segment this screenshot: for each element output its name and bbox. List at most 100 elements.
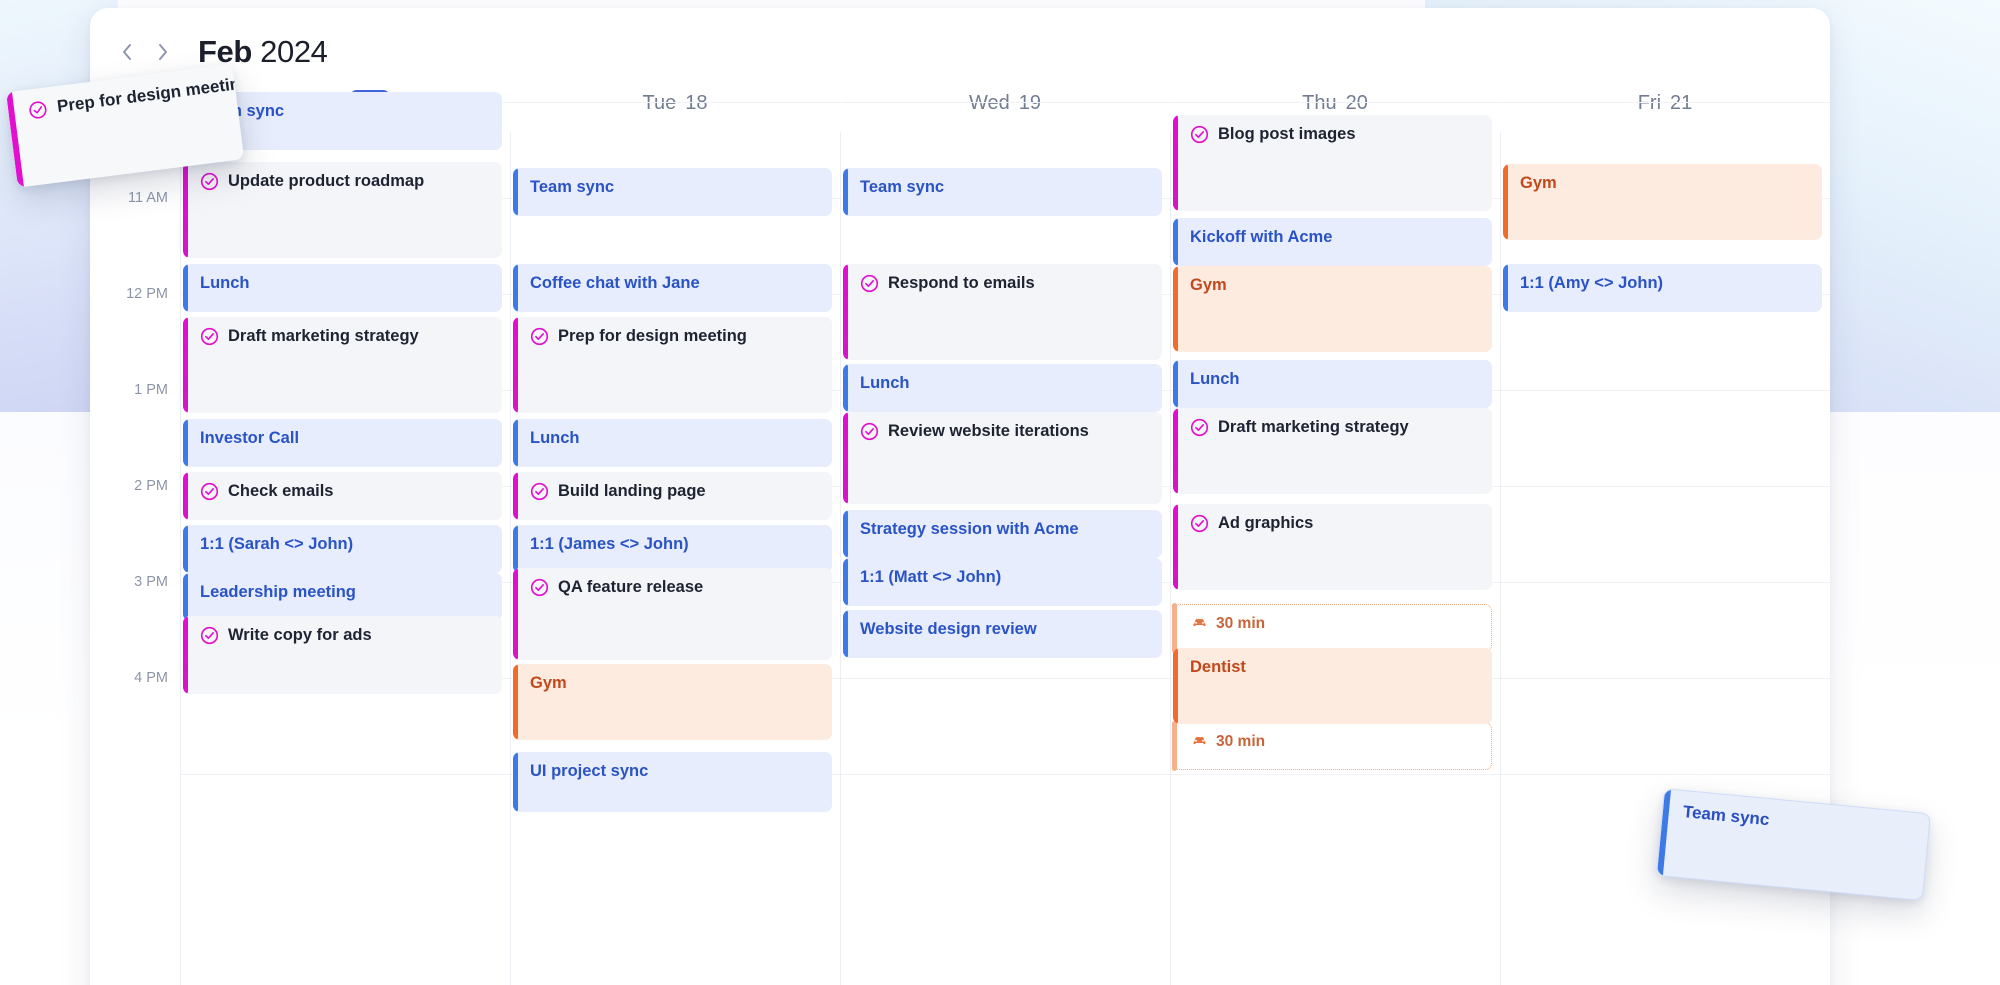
calendar-event[interactable]: Kickoff with Acme <box>1173 218 1492 266</box>
check-circle-icon <box>200 482 219 506</box>
event-accent-bar <box>513 568 518 660</box>
check-circle-icon <box>27 99 49 125</box>
event-accent-bar <box>1173 266 1178 352</box>
event-accent-bar <box>843 168 848 216</box>
calendar-event[interactable]: Ad graphics <box>1173 504 1492 590</box>
event-accent-bar <box>843 558 848 606</box>
event-accent-bar <box>513 419 518 467</box>
prev-week-button[interactable] <box>112 35 142 69</box>
calendar-event[interactable]: Coffee chat with Jane <box>513 264 832 312</box>
event-title: Kickoff with Acme <box>1190 228 1333 246</box>
calendar-event[interactable]: 1:1 (Sarah <> John) <box>183 525 502 573</box>
calendar-header: Feb 2024 <box>90 8 1830 74</box>
calendar-event[interactable]: Prep for design meeting <box>513 317 832 413</box>
event-title: Prep for design meeting <box>558 327 747 345</box>
calendar-event[interactable]: Lunch <box>843 364 1162 412</box>
calendar-event[interactable]: Team sync <box>843 168 1162 216</box>
floating-card-title: Team sync <box>1682 802 1771 830</box>
event-accent-bar <box>1173 115 1178 211</box>
calendar-event[interactable]: Lunch <box>183 264 502 312</box>
calendar-event[interactable]: Draft marketing strategy <box>1173 408 1492 494</box>
day-column-tue[interactable]: Team sync Coffee chat with Jane Prep for d… <box>510 102 840 985</box>
day-header-daynum: 18 <box>685 91 708 114</box>
check-circle-icon <box>530 482 549 506</box>
calendar-event[interactable]: Update product roadmap <box>183 162 502 258</box>
event-accent-bar <box>513 264 518 312</box>
day-header-tue[interactable]: Tue 18 <box>510 92 840 115</box>
day-column-thu[interactable]: Blog post images Kickoff with Acme Gym Lunc… <box>1170 102 1500 985</box>
calendar-event[interactable]: QA feature release <box>513 568 832 660</box>
calendar-event[interactable]: Blog post images <box>1173 115 1492 211</box>
event-accent-bar <box>1503 264 1508 312</box>
check-circle-icon <box>860 274 879 298</box>
event-title: Team sync <box>860 178 945 196</box>
hour-gridline <box>511 102 840 103</box>
event-accent-bar <box>513 317 518 413</box>
hour-gridline <box>841 678 1170 679</box>
event-accent-bar <box>1173 218 1178 266</box>
travel-time-block[interactable]: 30 min <box>1172 603 1492 653</box>
next-week-button[interactable] <box>148 35 178 69</box>
chevron-right-icon <box>159 44 167 60</box>
time-label: 12 PM <box>126 286 168 302</box>
calendar-event[interactable]: 1:1 (Matt <> John) <box>843 558 1162 606</box>
day-header-thu[interactable]: Thu 20 <box>1170 92 1500 115</box>
day-column-wed[interactable]: Team sync Respond to emails Lunch Review we… <box>840 102 1170 985</box>
event-accent-bar <box>1173 408 1178 494</box>
event-title: Dentist <box>1190 658 1246 676</box>
calendar-event[interactable]: Website design review <box>843 610 1162 658</box>
calendar-event[interactable]: Investor Call <box>183 419 502 467</box>
event-title: Write copy for ads <box>228 626 372 644</box>
calendar-event[interactable]: Lunch <box>1173 360 1492 408</box>
calendar-event[interactable]: Gym <box>1173 266 1492 352</box>
event-accent-bar <box>1503 164 1508 240</box>
event-title: Ad graphics <box>1218 514 1314 532</box>
calendar-event[interactable]: Review website iterations <box>843 412 1162 504</box>
calendar-event[interactable]: Gym <box>513 664 832 740</box>
calendar-event[interactable]: Leadership meeting <box>183 573 502 621</box>
check-circle-icon <box>1190 514 1209 538</box>
event-accent-bar <box>1173 648 1178 724</box>
calendar-event[interactable]: Gym <box>1503 164 1822 240</box>
travel-duration-label: 30 min <box>1216 615 1266 632</box>
travel-accent-bar <box>1172 603 1177 653</box>
event-title: QA feature release <box>558 578 704 596</box>
calendar-event[interactable]: Build landing page <box>513 472 832 520</box>
event-accent-bar <box>843 510 848 558</box>
calendar-event[interactable]: Write copy for ads <box>183 616 502 694</box>
event-title: 1:1 (Sarah <> John) <box>200 535 354 553</box>
calendar-event[interactable]: Strategy session with Acme <box>843 510 1162 558</box>
calendar-event[interactable]: Draft marketing strategy <box>183 317 502 413</box>
event-title: Blog post images <box>1218 125 1356 143</box>
event-title: Gym <box>1190 276 1227 294</box>
time-label: 3 PM <box>134 574 168 590</box>
event-accent-bar <box>183 317 188 413</box>
day-header-wed[interactable]: Wed 19 <box>840 92 1170 115</box>
calendar-event[interactable]: Lunch <box>513 419 832 467</box>
day-column-mon[interactable]: Team sync Update product roadmap Lunch Draf… <box>180 92 510 985</box>
screen: Feb 2024 EST Mon 17 Tue 18 Wed 19 Thu 20 <box>0 0 2000 985</box>
event-title: Build landing page <box>558 482 706 500</box>
calendar-event[interactable]: 1:1 (James <> John) <box>513 525 832 573</box>
travel-time-block[interactable]: 30 min <box>1172 721 1492 771</box>
day-header-weekday: Wed <box>968 91 1010 114</box>
event-title: Strategy session with Acme <box>860 520 1079 538</box>
calendar-event[interactable]: UI project sync <box>513 752 832 812</box>
day-header-fri[interactable]: Fri 21 <box>1500 92 1830 115</box>
day-header-weekday: Fri <box>1637 91 1662 114</box>
calendar-event[interactable]: 1:1 (Amy <> John) <box>1503 264 1822 312</box>
event-title: 1:1 (Matt <> John) <box>860 568 1002 586</box>
calendar-grid: 11 AM 12 PM 1 PM 2 PM 3 PM 4 PM Team sync Upda… <box>90 92 1830 985</box>
calendar-event[interactable]: Check emails <box>183 472 502 520</box>
calendar-event[interactable]: Team sync <box>513 168 832 216</box>
event-accent-bar <box>843 364 848 412</box>
hour-gridline <box>1171 774 1500 775</box>
hour-gridline <box>1501 102 1830 103</box>
calendar-event[interactable]: Respond to emails <box>843 264 1162 360</box>
day-header-daynum: 20 <box>1345 91 1368 114</box>
event-accent-bar <box>513 525 518 573</box>
day-header-weekday: Thu <box>1302 91 1337 114</box>
hour-gridline <box>1501 486 1830 487</box>
day-header-daynum: 19 <box>1018 91 1041 114</box>
calendar-event[interactable]: Dentist <box>1173 648 1492 724</box>
